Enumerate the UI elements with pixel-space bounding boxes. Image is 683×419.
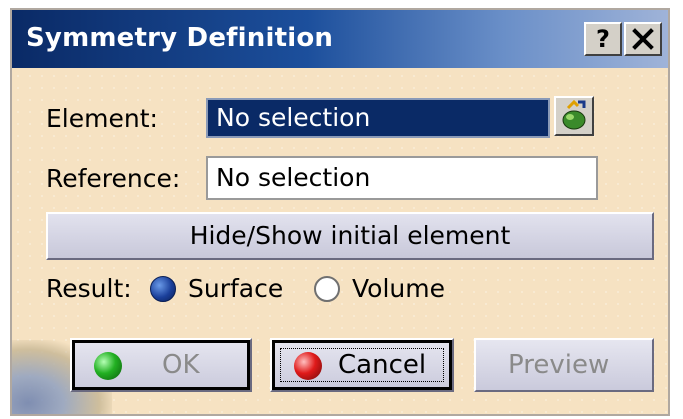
preview-button[interactable]: Preview [474,338,654,392]
surface-label[interactable]: Surface [188,274,283,303]
selection-mode-icon [562,99,586,130]
close-icon [632,28,654,50]
selection-mode-button[interactable] [554,96,594,136]
reference-label: Reference: [46,164,181,193]
title-bar[interactable]: Symmetry Definition ? [12,10,668,68]
ok-label: OK [162,350,200,380]
cancel-button[interactable]: Cancel [270,338,454,392]
element-field[interactable]: No selection [206,98,550,138]
help-button[interactable]: ? [584,22,622,56]
cancel-label: Cancel [338,350,427,380]
dialog-title: Symmetry Definition [26,23,334,53]
element-label: Element: [46,104,158,133]
red-ball-icon [294,352,322,380]
hide-show-initial-element-button[interactable]: Hide/Show initial element [46,212,654,260]
ok-button[interactable]: OK [70,338,252,392]
surface-radio[interactable] [150,276,176,302]
reference-field[interactable]: No selection [206,156,598,200]
result-label: Result: [46,274,132,303]
green-ball-icon [94,352,122,380]
volume-radio[interactable] [314,276,340,302]
preview-label: Preview [508,350,610,380]
volume-label[interactable]: Volume [352,274,445,303]
symmetry-definition-dialog: Symmetry Definition ? Element: No select… [10,8,670,416]
close-button[interactable] [624,22,662,56]
